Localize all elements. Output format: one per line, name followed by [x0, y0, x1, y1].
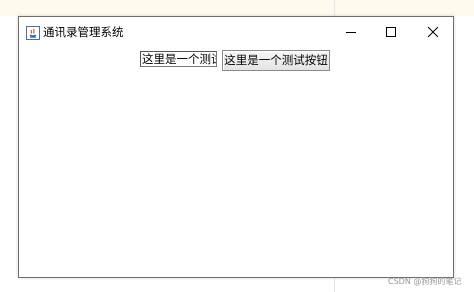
window-title: 通讯录管理系统: [43, 25, 124, 39]
close-button[interactable]: [413, 17, 453, 47]
minimize-button[interactable]: [331, 17, 371, 47]
app-window: 通讯录管理系统 这里是一个测试 这里是一个测试按钮: [18, 16, 454, 278]
maximize-button[interactable]: [371, 17, 411, 47]
background-band: [0, 0, 474, 16]
csdn-watermark: CSDN @狗狗的笔记: [388, 277, 462, 286]
test-text-field[interactable]: 这里是一个测试: [140, 51, 217, 67]
title-bar[interactable]: 通讯录管理系统: [19, 17, 453, 47]
test-button[interactable]: 这里是一个测试按钮: [222, 50, 330, 71]
java-app-icon: [26, 25, 40, 40]
maximize-icon: [386, 27, 396, 37]
close-icon: [427, 26, 439, 38]
content-pane: 这里是一个测试 这里是一个测试按钮: [19, 47, 453, 277]
minimize-icon: [346, 32, 356, 33]
